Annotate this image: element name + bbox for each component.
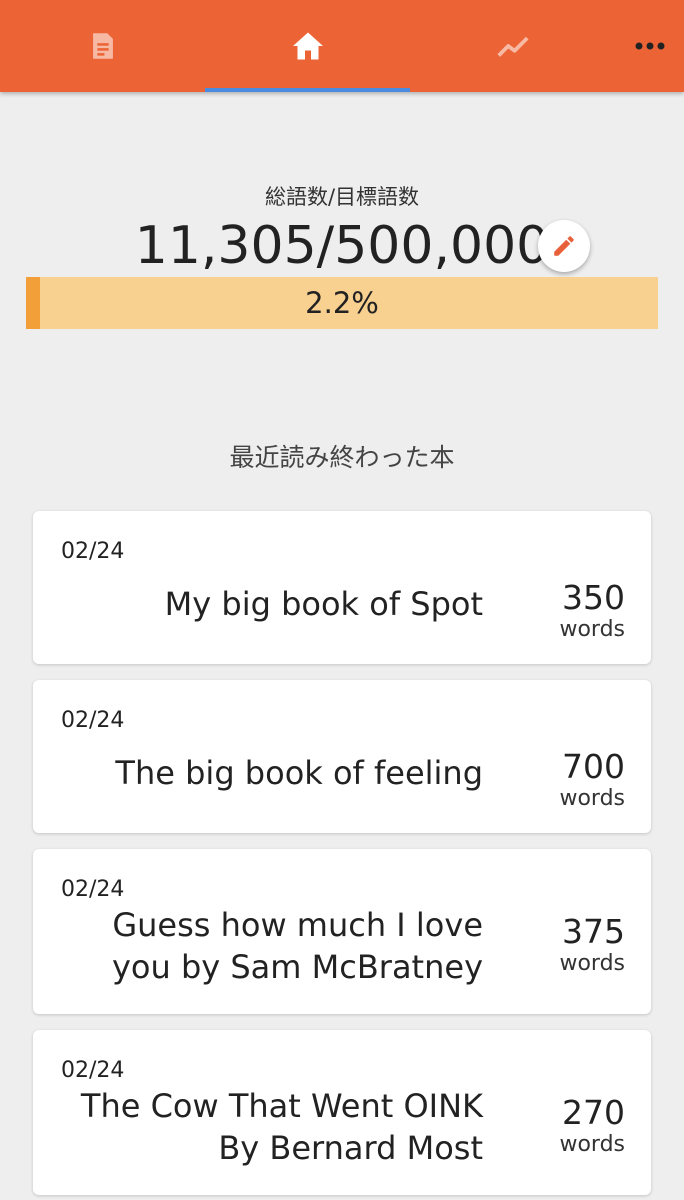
book-date: 02/24 [61, 539, 125, 564]
book-date: 02/24 [61, 877, 125, 902]
book-word-count: 350 words [505, 579, 625, 643]
book-word-count: 375 words [505, 913, 625, 977]
book-date: 02/24 [61, 1058, 125, 1083]
book-word-count: 270 words [505, 1094, 625, 1158]
edit-goal-button[interactable] [538, 220, 590, 272]
pencil-icon [554, 236, 574, 256]
goal-progress-text: 2.2% [305, 286, 379, 320]
book-title-line: The big book of feeling [115, 754, 483, 792]
book-card[interactable]: 02/24 My big book of Spot 350 words [33, 511, 651, 664]
book-title: Guess how much I love you by Sam McBratn… [53, 904, 483, 988]
goal-label: 総語数/目標語数 [264, 185, 420, 209]
book-title-line: you by Sam McBratney [111, 948, 483, 986]
word-count-value: 700 [562, 747, 625, 786]
book-card[interactable]: 02/24 Guess how much I love you by Sam M… [33, 849, 651, 1014]
tab-statistics[interactable] [410, 0, 615, 92]
document-icon [92, 33, 113, 59]
book-card[interactable]: 02/24 The Cow That Went OINK By Bernard … [33, 1030, 651, 1195]
goal-progress-bar: 2.2% [26, 277, 658, 329]
book-word-count: 700 words [505, 748, 625, 812]
book-title: The Cow That Went OINK By Bernard Most [53, 1085, 483, 1169]
more-menu-button[interactable] [615, 0, 684, 92]
more-icon [635, 42, 664, 50]
trend-chart-icon [496, 36, 529, 57]
active-tab-indicator [205, 88, 410, 92]
book-title: My big book of Spot [53, 583, 483, 625]
tab-home[interactable] [205, 0, 410, 92]
book-title-line: Guess how much I love [112, 906, 483, 944]
book-title-line: By Bernard Most [218, 1129, 483, 1167]
word-count-unit: words [559, 617, 625, 642]
top-nav-bar [0, 0, 684, 92]
word-count-unit: words [559, 951, 625, 976]
word-count-unit: words [559, 786, 625, 811]
book-card[interactable]: 02/24 The big book of feeling 700 words [33, 680, 651, 833]
book-title-line: My big book of Spot [164, 585, 483, 623]
book-title-line: The Cow That Went OINK [80, 1087, 483, 1125]
tab-documents[interactable] [0, 0, 205, 92]
word-count-value: 375 [562, 912, 625, 951]
word-count-value: 350 [562, 578, 625, 617]
book-date: 02/24 [61, 708, 125, 733]
word-count-value: 270 [562, 1093, 625, 1132]
recent-books-title: 最近読み終わった本 [229, 443, 455, 472]
word-count-unit: words [559, 1132, 625, 1157]
book-title: The big book of feeling [53, 752, 483, 794]
home-icon [292, 32, 323, 60]
